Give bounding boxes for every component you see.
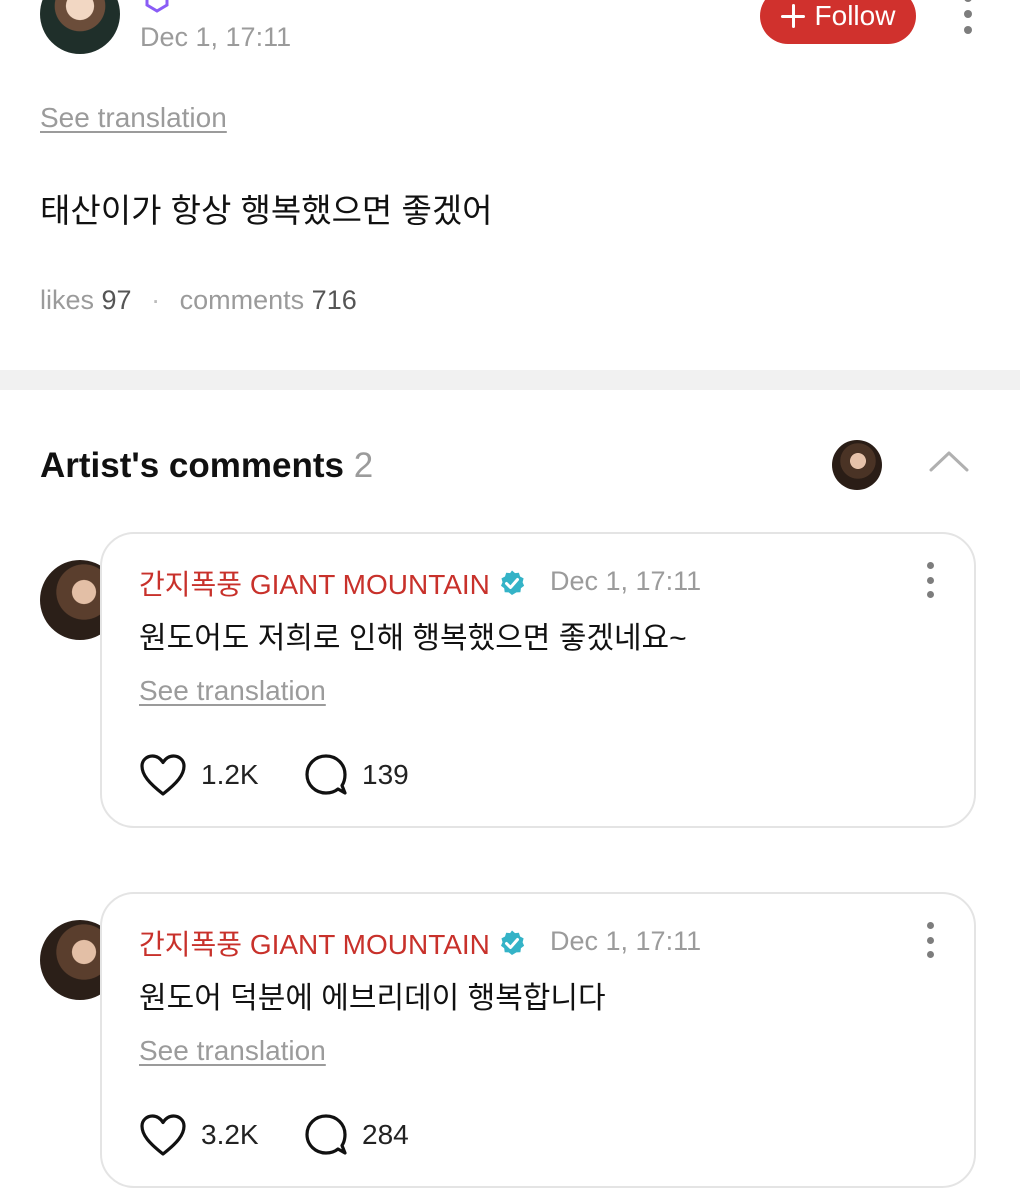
likes-label: likes xyxy=(40,285,95,315)
comment-reply-count: 284 xyxy=(362,1119,409,1150)
comment-reply-count: 139 xyxy=(362,759,409,790)
comment-text: 원도어 덕분에 에브리데이 행복합니다 xyxy=(139,982,606,1015)
likes-count: 97 xyxy=(101,285,132,315)
comment-see-translation-link[interactable]: See translation xyxy=(139,675,326,707)
comment-author-name: 간지폭풍 GIANT MOUNTAIN xyxy=(139,929,490,960)
comments-count[interactable]: 716 xyxy=(312,285,357,315)
comment-more-options-icon[interactable] xyxy=(916,922,944,958)
comment-bubble-icon xyxy=(305,754,347,795)
comment-like-count: 1.2K xyxy=(201,759,259,790)
verified-badge-icon xyxy=(500,570,525,595)
comment-reply-button[interactable]: 284 xyxy=(304,1113,409,1157)
artist-avatar[interactable] xyxy=(832,440,882,490)
post-body-text: 태산이가 항상 행복했으면 좋겠어 xyxy=(40,192,493,229)
comment-like-button[interactable]: 3.2K xyxy=(139,1113,259,1157)
chevron-up-icon[interactable] xyxy=(928,446,970,476)
comment-date: Dec 1, 17:11 xyxy=(550,926,702,956)
comment-bubble-icon xyxy=(305,1114,347,1155)
post-stats: likes 97 · comments 716 xyxy=(40,285,357,316)
comment-author[interactable]: 간지폭풍 GIANT MOUNTAIN xyxy=(139,923,526,963)
artist-comments-title-text: Artist's comments xyxy=(40,446,344,485)
post-date: Dec 1, 17:11 xyxy=(140,22,292,52)
post-more-options-icon[interactable] xyxy=(954,0,982,34)
heart-icon xyxy=(140,1114,186,1156)
heart-icon xyxy=(140,754,186,796)
comment-more-options-icon[interactable] xyxy=(916,562,944,598)
comment-text: 원도어도 저희로 인해 행복했으면 좋겠네요~ xyxy=(139,622,687,655)
comment-reply-button[interactable]: 139 xyxy=(304,753,409,797)
comment-see-translation-link[interactable]: See translation xyxy=(139,1035,326,1067)
artist-comments-title: Artist's comments 2 xyxy=(40,446,373,486)
comment-date: Dec 1, 17:11 xyxy=(550,566,702,596)
follow-button[interactable]: Follow xyxy=(760,0,916,44)
comment-like-button[interactable]: 1.2K xyxy=(139,753,259,797)
follow-button-label: Follow xyxy=(814,0,896,31)
plus-icon xyxy=(780,4,805,28)
verified-badge-icon xyxy=(500,930,525,955)
post-see-translation-link[interactable]: See translation xyxy=(40,102,227,134)
post-author-avatar[interactable] xyxy=(40,0,120,54)
comment-author-name: 간지폭풍 GIANT MOUNTAIN xyxy=(139,569,490,600)
comment-author[interactable]: 간지폭풍 GIANT MOUNTAIN xyxy=(139,563,526,603)
comments-label[interactable]: comments xyxy=(180,285,305,315)
post-author-name[interactable] xyxy=(140,0,170,16)
comment-like-count: 3.2K xyxy=(201,1119,259,1150)
artist-comments-count: 2 xyxy=(353,446,374,485)
stats-separator: · xyxy=(151,285,161,315)
membership-badge-icon xyxy=(145,0,169,13)
section-divider xyxy=(0,370,1020,390)
